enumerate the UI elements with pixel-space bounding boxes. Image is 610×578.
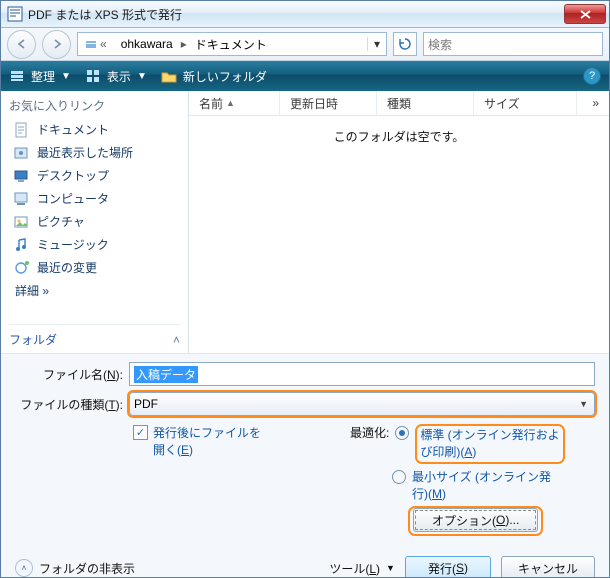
toolbar: 整理 ▼ 表示 ▼ 新しいフォルダ ? xyxy=(1,61,609,91)
empty-message: このフォルダは空です。 xyxy=(189,116,609,353)
sidebar-item-music[interactable]: ミュージック xyxy=(9,233,180,256)
search-placeholder: 検索 xyxy=(428,36,452,53)
filename-input[interactable]: 入稿データ xyxy=(129,362,595,386)
folder-icon xyxy=(161,68,177,84)
caret-down-icon: ▼ xyxy=(137,71,147,82)
optimize-standard-radio[interactable] xyxy=(395,426,409,440)
breadcrumb-seg-2[interactable]: ドキュメント xyxy=(189,33,273,55)
dialog-footer: ˄ フォルダの非表示 ツール(L)▼ 発行(S) キャンセル xyxy=(1,546,609,578)
breadcrumb-root-icon[interactable]: « xyxy=(78,33,115,55)
sidebar-folders-toggle[interactable]: フォルダ ˄ xyxy=(9,324,180,348)
breadcrumb-bar[interactable]: « ohkawara ▸ ドキュメント ▾ xyxy=(77,32,387,56)
recent-places-icon xyxy=(13,145,29,161)
window-title: PDF または XPS 形式で発行 xyxy=(28,6,182,23)
cancel-button[interactable]: キャンセル xyxy=(501,556,595,578)
chevron-up-icon: ˄ xyxy=(173,333,180,347)
optimize-min-radio[interactable] xyxy=(392,470,406,484)
chevron-up-icon: ˄ xyxy=(15,559,33,577)
computer-icon xyxy=(13,191,29,207)
checkbox-checked-icon: ✓ xyxy=(133,425,148,440)
filetype-label: ファイルの種類(T): xyxy=(15,396,129,413)
breadcrumb-seg-1[interactable]: ohkawara xyxy=(115,33,179,55)
titlebar: PDF または XPS 形式で発行 xyxy=(1,1,609,28)
help-button[interactable]: ? xyxy=(583,67,601,85)
recent-changes-icon xyxy=(13,260,29,276)
sidebar-heading: お気に入りリンク xyxy=(9,97,180,114)
sidebar: お気に入りリンク ドキュメント 最近表示した場所 デスクトップ コンピュータ ピ… xyxy=(1,91,189,353)
refresh-button[interactable] xyxy=(393,32,417,56)
pictures-icon xyxy=(13,214,29,230)
optimize-standard-label[interactable]: 標準 (オンライン発行および印刷)(A) xyxy=(420,428,559,459)
sidebar-item-recent-changes[interactable]: 最近の変更 xyxy=(9,256,180,279)
desktop-icon xyxy=(13,168,29,184)
filetype-value: PDF xyxy=(134,397,158,411)
document-icon xyxy=(13,122,29,138)
filename-value: 入稿データ xyxy=(134,366,198,383)
app-icon xyxy=(7,6,23,22)
music-icon xyxy=(13,237,29,253)
toolbar-organize[interactable]: 整理 ▼ xyxy=(9,68,71,85)
optimize-label: 最適化: xyxy=(350,424,389,441)
hide-folders-toggle[interactable]: ˄ フォルダの非表示 xyxy=(15,559,135,577)
sidebar-item-pictures[interactable]: ピクチャ xyxy=(9,210,180,233)
toolbar-view[interactable]: 表示 ▼ xyxy=(85,68,147,85)
back-button[interactable] xyxy=(7,30,36,59)
options-button[interactable]: オプション(O)... xyxy=(413,508,538,532)
search-input[interactable]: 検索 xyxy=(423,32,603,56)
filename-label: ファイル名(N): xyxy=(15,366,129,383)
sidebar-item-recent-places[interactable]: 最近表示した場所 xyxy=(9,141,180,164)
chevron-right-icon: ▸ xyxy=(179,37,189,51)
sidebar-item-documents[interactable]: ドキュメント xyxy=(9,118,180,141)
filetype-select[interactable]: PDF xyxy=(129,392,595,416)
open-after-checkbox[interactable]: ✓ 発行後にファイルを開く(E) xyxy=(133,424,261,536)
toolbar-new-folder[interactable]: 新しいフォルダ xyxy=(161,68,267,85)
optimize-min-label[interactable]: 最小サイズ (オンライン発行)(M) xyxy=(412,468,551,502)
caret-down-icon: ▼ xyxy=(386,563,395,573)
column-type[interactable]: 種類 xyxy=(377,91,474,115)
sort-asc-icon: ▲ xyxy=(226,98,235,108)
nav-row: « ohkawara ▸ ドキュメント ▾ 検索 xyxy=(1,28,609,61)
sidebar-item-computer[interactable]: コンピュータ xyxy=(9,187,180,210)
explorer-body: お気に入りリンク ドキュメント 最近表示した場所 デスクトップ コンピュータ ピ… xyxy=(1,91,609,353)
form-panel: ファイル名(N): 入稿データ ファイルの種類(T): PDF ✓ 発行後にファ… xyxy=(1,353,609,546)
publish-button[interactable]: 発行(S) xyxy=(405,556,491,578)
dialog-window: { "title": "PDF または XPS 形式で発行", "breadcr… xyxy=(0,0,610,578)
column-headers: 名前▲ 更新日時 種類 サイズ » xyxy=(189,91,609,116)
column-date[interactable]: 更新日時 xyxy=(280,91,377,115)
column-more[interactable]: » xyxy=(582,96,609,110)
forward-button[interactable] xyxy=(42,30,71,59)
options-button-highlight: オプション(O)... xyxy=(408,506,543,536)
column-name[interactable]: 名前▲ xyxy=(189,91,280,115)
file-list-area: 名前▲ 更新日時 種類 サイズ » このフォルダは空です。 xyxy=(189,91,609,353)
column-size[interactable]: サイズ xyxy=(474,91,577,115)
sidebar-more[interactable]: 詳細 » xyxy=(9,279,180,302)
sidebar-item-desktop[interactable]: デスクトップ xyxy=(9,164,180,187)
caret-down-icon: ▼ xyxy=(61,71,71,82)
organize-icon xyxy=(9,68,25,84)
view-icon xyxy=(85,68,101,84)
optimize-standard-highlight: 標準 (オンライン発行および印刷)(A) xyxy=(415,424,564,464)
breadcrumb-dropdown[interactable]: ▾ xyxy=(367,37,386,51)
close-button[interactable] xyxy=(564,4,606,24)
tools-menu[interactable]: ツール(L)▼ xyxy=(329,560,395,577)
